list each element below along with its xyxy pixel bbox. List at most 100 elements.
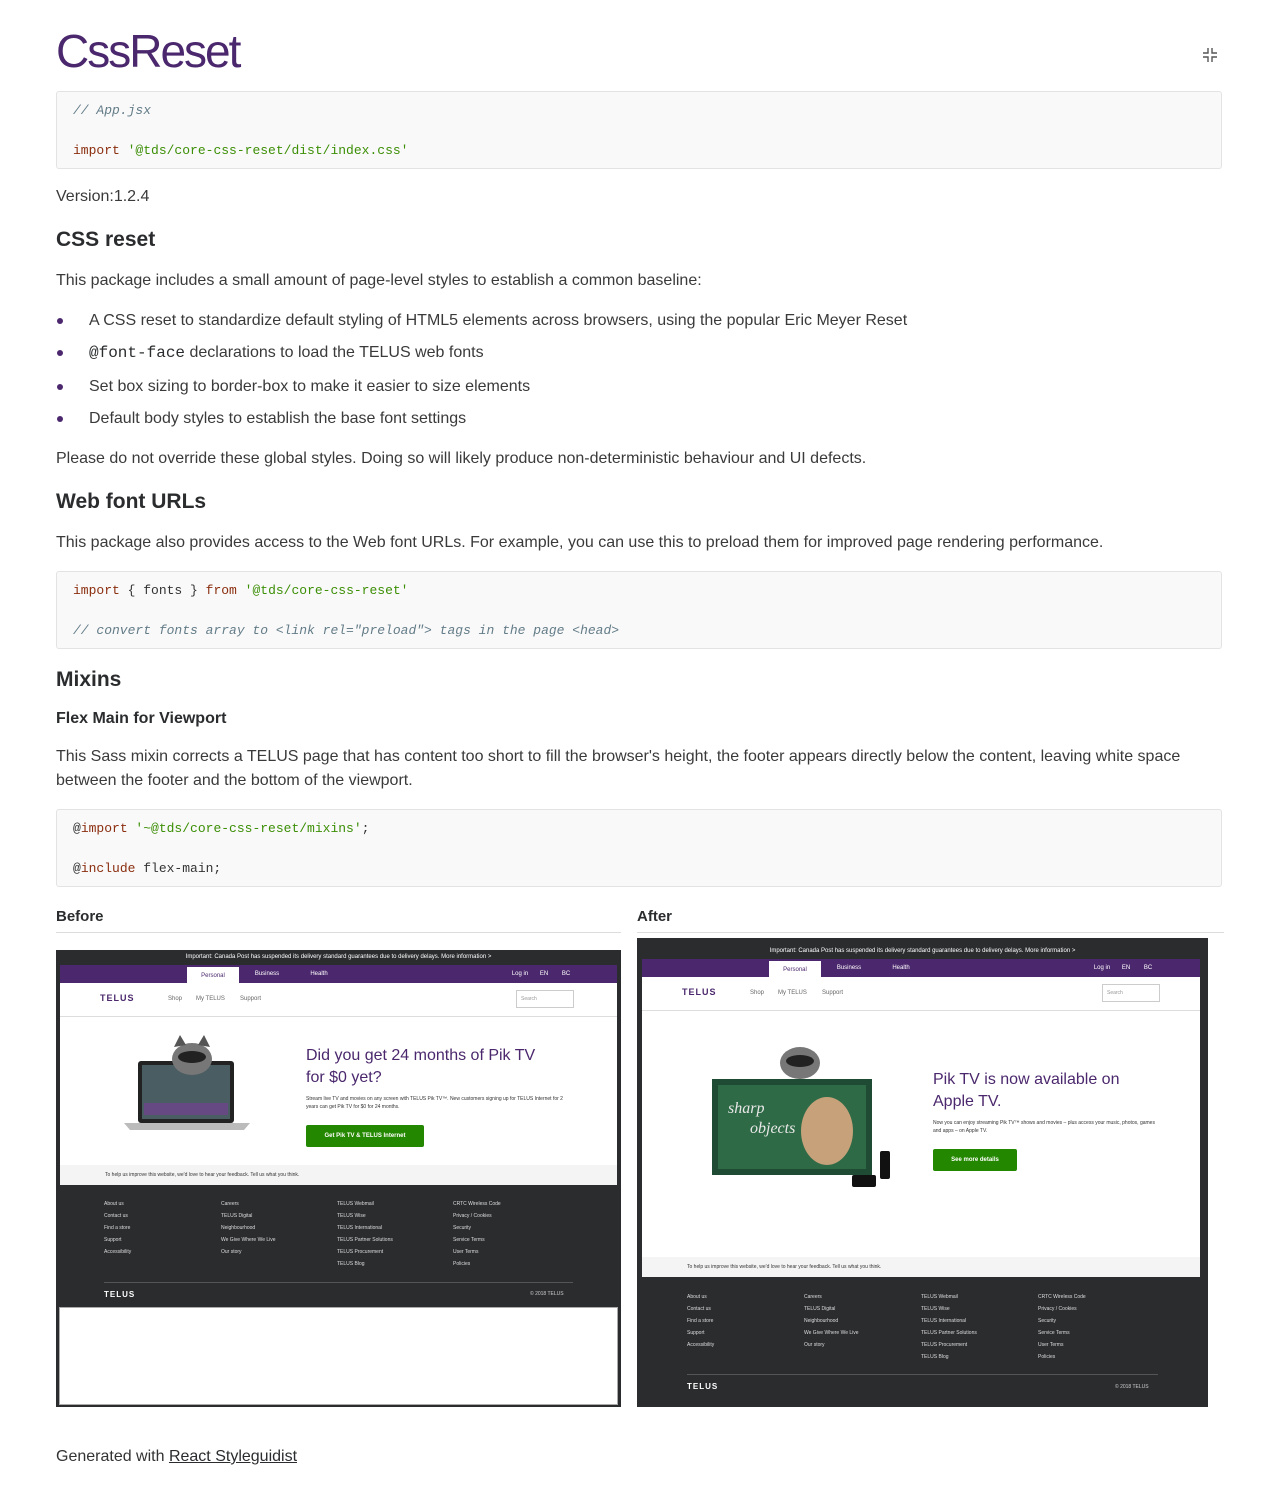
- mock-footer-link: Find a store: [104, 1225, 131, 1231]
- mock-footer-link: Policies: [453, 1261, 471, 1267]
- code-comment: // App.jsx: [73, 103, 152, 118]
- mock-footer-link: TELUS Blog: [921, 1354, 949, 1360]
- mock-paragraph: Stream live TV and movies on any screen …: [306, 1096, 563, 1110]
- mock-footer-link: Accessibility: [104, 1249, 132, 1255]
- mock-footer-link: Contact us: [104, 1213, 128, 1219]
- list-item: @font-face declarations to load the TELU…: [89, 344, 484, 362]
- footer-prefix: Generated with: [56, 1448, 169, 1465]
- web-font-intro: This package also provides access to the…: [56, 534, 1104, 551]
- tv-raccoon-image: sharp objects: [712, 1047, 890, 1187]
- mock-copyright: © 2018 TELUS: [530, 1291, 564, 1297]
- mock-footer-link: Support: [104, 1237, 122, 1243]
- mock-search: Search: [1102, 984, 1160, 1002]
- mock-footer-link: Policies: [1038, 1354, 1056, 1360]
- mock-footer-link: CRTC Wireless Code: [1038, 1294, 1086, 1300]
- bullet: [57, 416, 63, 422]
- mock-footer-link: Neighbourhood: [804, 1318, 839, 1324]
- mock-cta-button: Get Pik TV & TELUS Internet: [306, 1125, 424, 1147]
- code-keyword: import: [73, 143, 120, 158]
- mock-headline: for $0 yet?: [306, 1069, 382, 1086]
- mock-footer-link: Privacy / Cookies: [453, 1213, 492, 1219]
- mock-footer-link: About us: [687, 1294, 707, 1300]
- page-title: CssReset: [56, 25, 241, 77]
- mock-nav-link: My TELUS: [778, 990, 807, 996]
- inline-code: @font-face: [89, 344, 186, 362]
- mock-footer-link: About us: [104, 1201, 124, 1207]
- mock-right-link: Log in: [1093, 965, 1111, 971]
- mock-tab: Health: [310, 971, 328, 977]
- mock-search: Search: [516, 990, 574, 1008]
- mock-tab: Business: [836, 965, 862, 971]
- mock-hero: Did you get 24 months of Pik TV for $0 y…: [60, 1017, 617, 1185]
- mock-right-link: EN: [539, 971, 549, 977]
- code-block-fonts: import { fonts } from '@tds/core-css-res…: [56, 571, 1222, 649]
- mock-footer-link: TELUS Webmail: [921, 1294, 958, 1300]
- after-screenshot: Important: Canada Post has suspended its…: [637, 938, 1208, 1407]
- mock-tab: Personal: [187, 965, 239, 983]
- section-heading-web-font-urls: Web font URLs: [56, 490, 207, 513]
- isolate-icon: [1203, 48, 1217, 62]
- mock-nav: Personal Business Health Log in EN BC: [60, 965, 617, 983]
- mock-footer-link: CRTC Wireless Code: [453, 1201, 501, 1207]
- mock-cta-button: See more details: [933, 1149, 1017, 1171]
- mock-footer-link: TELUS Wise: [921, 1306, 950, 1312]
- mock-footer-link: TELUS International: [337, 1225, 383, 1231]
- after-heading: After: [637, 908, 1224, 933]
- mock-right-link: BC: [561, 971, 571, 977]
- mock-footer-link: Support: [687, 1330, 705, 1336]
- list-item: Default body styles to establish the bas…: [89, 410, 467, 427]
- mock-nav-link: Shop: [750, 990, 765, 996]
- mock-banner: Important: Canada Post has suspended its…: [637, 944, 1208, 958]
- code-string: '@tds/core-css-reset/dist/index.css': [127, 143, 409, 158]
- version-text: Version:1.2.4: [56, 188, 150, 205]
- mock-headline: Apple TV.: [933, 1093, 1002, 1110]
- mock-footer-logo: TELUS: [687, 1382, 719, 1391]
- list-item: Set box sizing to border-box to make it …: [89, 378, 531, 395]
- mock-footer-link: Careers: [804, 1294, 822, 1300]
- telus-logo: TELUS: [100, 993, 135, 1003]
- mock-header: TELUS Shop My TELUS Support Search: [60, 983, 617, 1017]
- mock-nav-link: Support: [822, 990, 844, 996]
- before-screenshot: Important: Canada Post has suspended its…: [56, 950, 621, 1407]
- mock-footer-link: TELUS Webmail: [337, 1201, 374, 1207]
- intro-text: This package includes a small amount of …: [56, 272, 702, 289]
- mock-footer-logo: TELUS: [104, 1290, 136, 1299]
- bullet: [57, 318, 63, 324]
- mock-footer-link: We Give Where We Live: [221, 1237, 276, 1243]
- section-heading-css-reset: CSS reset: [56, 228, 156, 251]
- empty-white-space: [59, 1307, 618, 1405]
- mock-right-link: Log in: [511, 971, 529, 977]
- subheading-flex-main: Flex Main for Viewport: [56, 710, 227, 727]
- isolate-button[interactable]: [1196, 42, 1224, 68]
- mock-footer-link: TELUS Wise: [337, 1213, 366, 1219]
- mixin-desc-line2: between the footer and the bottom of the…: [56, 772, 413, 789]
- laptop-raccoon-image: [124, 1035, 250, 1130]
- code-block-import-css: // App.jsx import '@tds/core-css-reset/d…: [56, 91, 1222, 169]
- mock-footer-rule: [104, 1282, 573, 1283]
- mock-nav-link: Shop: [168, 996, 183, 1002]
- mock-footer-link: TELUS Procurement: [921, 1342, 968, 1348]
- mock-feedback: To help us improve this website, we'd lo…: [642, 1257, 1200, 1277]
- mock-footer-link: TELUS Digital: [221, 1213, 253, 1219]
- mock-nav-link: My TELUS: [196, 996, 225, 1002]
- mock-footer-link: Security: [1038, 1318, 1057, 1324]
- react-styleguidist-link[interactable]: React Styleguidist: [169, 1448, 297, 1465]
- mock-footer-link: Our story: [804, 1342, 825, 1348]
- section-heading-mixins: Mixins: [56, 668, 122, 691]
- bullet: [57, 384, 63, 390]
- mock-footer-link: Security: [453, 1225, 472, 1231]
- mock-footer-link: TELUS Digital: [804, 1306, 836, 1312]
- mock-nav: Personal Business Health Log in EN BC: [642, 959, 1200, 977]
- mock-tab: Health: [892, 965, 910, 971]
- svg-text:sharp: sharp: [728, 1100, 764, 1117]
- mock-footer-link: TELUS Procurement: [337, 1249, 384, 1255]
- mock-footer-link: Service Terms: [453, 1237, 485, 1243]
- list-item: A CSS reset to standardize default styli…: [89, 312, 908, 329]
- mock-copyright: © 2018 TELUS: [1115, 1384, 1149, 1390]
- mock-footer-link: User Terms: [1038, 1342, 1064, 1348]
- mock-footer-link: User Terms: [453, 1249, 479, 1255]
- mock-footer-link: TELUS Partner Solutions: [921, 1330, 977, 1336]
- mock-tab: Business: [254, 971, 280, 977]
- mock-footer-link: TELUS Blog: [337, 1261, 365, 1267]
- mock-footer-link: Service Terms: [1038, 1330, 1070, 1336]
